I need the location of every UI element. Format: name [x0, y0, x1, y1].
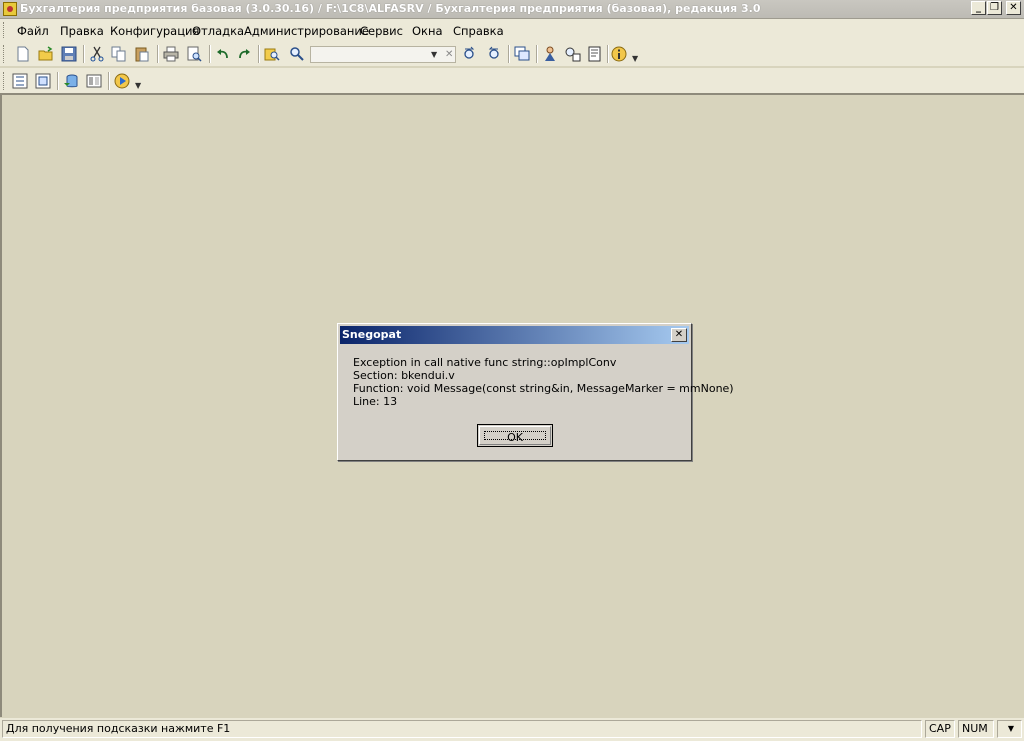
copy-icon[interactable]	[111, 46, 127, 62]
menu-bar: Файл Правка Конфигурация Отладка Админис…	[0, 19, 1024, 41]
toolbar-separator	[108, 72, 110, 90]
ok-button[interactable]: OK	[477, 424, 553, 447]
menu-edit[interactable]: Правка	[60, 24, 104, 38]
toolbar-more-icon[interactable]: ▼	[632, 54, 638, 63]
menu-debug[interactable]: Отладка	[192, 24, 244, 38]
toolbar-separator	[258, 45, 260, 63]
toolbar-separator	[209, 45, 211, 63]
search-dropdown-icon[interactable]: ▼	[431, 50, 437, 59]
config-tree-icon[interactable]	[12, 73, 28, 89]
save-icon[interactable]	[61, 46, 77, 62]
help-book-icon[interactable]	[587, 46, 603, 62]
undo-icon[interactable]	[215, 46, 231, 62]
windows-icon[interactable]	[514, 46, 530, 62]
new-document-icon[interactable]	[15, 46, 31, 62]
dialog-close-button[interactable]: ✕	[671, 328, 687, 342]
error-dialog: Snegopat ✕ Exception in call native func…	[337, 323, 734, 461]
wizard-icon[interactable]	[542, 46, 558, 62]
status-num-lock: NUM	[958, 720, 994, 738]
find-in-files-icon[interactable]	[264, 46, 280, 62]
info-icon[interactable]	[611, 46, 627, 62]
close-window-button[interactable]: ✕	[1006, 1, 1021, 15]
restore-button[interactable]: ❐	[987, 1, 1002, 15]
menu-configuration[interactable]: Конфигурация	[110, 24, 199, 38]
toolbar-separator	[157, 45, 159, 63]
menu-service[interactable]: Сервис	[360, 24, 403, 38]
syntax-helper-icon[interactable]	[565, 46, 581, 62]
minimize-button[interactable]: _	[971, 1, 986, 15]
find-next-icon[interactable]	[462, 46, 478, 62]
status-dropdown-icon[interactable]: ▼	[997, 720, 1022, 738]
menu-windows[interactable]: Окна	[412, 24, 443, 38]
find-previous-icon[interactable]	[485, 46, 501, 62]
menu-administration[interactable]: Администрирование	[244, 24, 369, 38]
1c-app-icon[interactable]	[3, 2, 17, 16]
menubar-grip[interactable]	[3, 22, 7, 38]
redo-icon[interactable]	[236, 46, 252, 62]
ok-button-label: OK	[484, 431, 546, 443]
error-line-number: Line: 13	[353, 395, 398, 408]
menu-file[interactable]: Файл	[17, 24, 49, 38]
cut-icon[interactable]	[89, 46, 105, 62]
error-section-line: Section: bkendui.v	[353, 369, 455, 382]
status-hint: Для получения подсказки нажмите F1	[2, 720, 922, 738]
dialog-title: Snegopat	[342, 328, 402, 341]
database-config-icon[interactable]	[86, 73, 102, 89]
paste-icon[interactable]	[134, 46, 150, 62]
secondary-toolbar: ▼	[0, 68, 1024, 95]
search-input[interactable]: ▼ ✕	[310, 46, 456, 63]
print-preview-icon[interactable]	[186, 46, 202, 62]
toolbar-grip[interactable]	[3, 45, 7, 63]
search-icon[interactable]	[289, 46, 305, 62]
print-icon[interactable]	[163, 46, 179, 62]
update-database-icon[interactable]	[63, 73, 79, 89]
menu-help[interactable]: Справка	[453, 24, 504, 38]
main-toolbar: ▼ ✕ ▼	[0, 41, 1024, 66]
open-folder-icon[interactable]	[38, 46, 54, 62]
compare-config-icon[interactable]	[35, 73, 51, 89]
toolbar-grip[interactable]	[3, 72, 7, 90]
toolbar-separator	[83, 45, 85, 63]
status-bar: Для получения подсказки нажмите F1 CAP N…	[0, 718, 1024, 741]
status-caps-lock: CAP	[925, 720, 955, 738]
dialog-title-bar[interactable]: Snegopat ✕	[340, 326, 689, 344]
window-title-bar[interactable]: Бухгалтерия предприятия базовая (3.0.30.…	[0, 0, 1024, 19]
error-function-line: Function: void Message(const string&in, …	[353, 382, 734, 395]
toolbar-separator	[536, 45, 538, 63]
start-debugging-icon[interactable]	[114, 73, 130, 89]
ok-button-bevel: OK	[479, 426, 551, 445]
toolbar-separator	[508, 45, 510, 63]
search-clear-icon[interactable]: ✕	[445, 49, 453, 60]
window-title: Бухгалтерия предприятия базовая (3.0.30.…	[20, 2, 761, 15]
toolbar-separator	[57, 72, 59, 90]
toolbar-separator	[607, 45, 609, 63]
debug-dropdown-icon[interactable]: ▼	[135, 81, 141, 90]
error-message-line: Exception in call native func string::op…	[353, 356, 617, 369]
